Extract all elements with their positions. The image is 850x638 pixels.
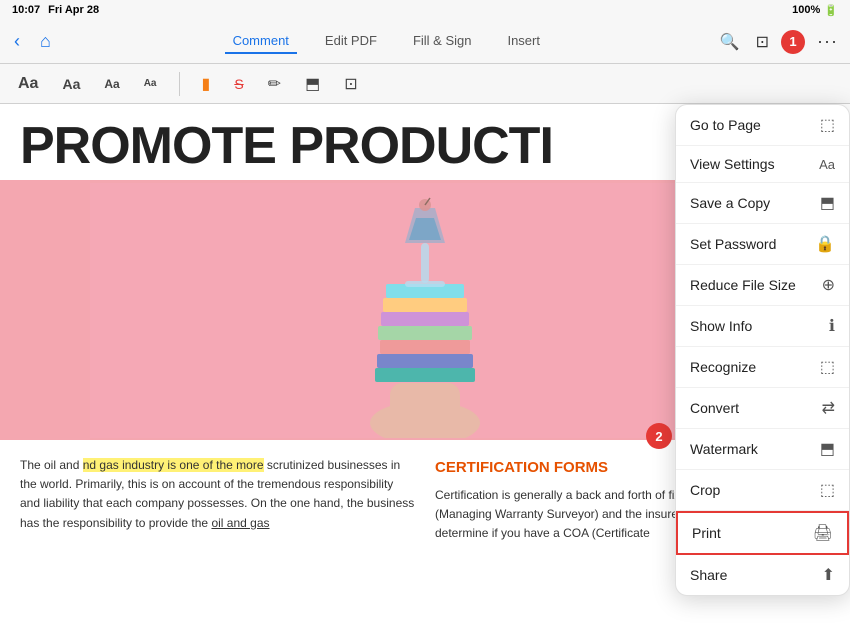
recognize-icon: ⬚: [820, 357, 835, 377]
back-button[interactable]: ‹: [8, 27, 26, 56]
print-icon: 🖨: [813, 523, 833, 543]
menu-print-label: Print: [692, 525, 813, 541]
dots-button[interactable]: ···: [813, 27, 842, 56]
home-button[interactable]: ⌂: [34, 27, 57, 56]
text-large-button[interactable]: Aa: [12, 71, 44, 97]
watermark-icon: ⬒: [820, 439, 835, 459]
menu-item-watermark[interactable]: Watermark ⬒: [676, 429, 849, 470]
reducefilesize-icon: ⊕: [822, 275, 835, 295]
menu-convert-label: Convert: [690, 400, 822, 416]
highlight-tool-button[interactable]: ▮: [196, 70, 217, 98]
main-toolbar: ‹ ⌂ Comment Edit PDF Fill & Sign Insert …: [0, 20, 850, 64]
more-button[interactable]: 1: [781, 30, 805, 54]
menu-recognize-label: Recognize: [690, 359, 820, 375]
menu-item-reducefilesize[interactable]: Reduce File Size ⊕: [676, 265, 849, 306]
annotation-bar: Aa Aa Aa Aa ▮ S ✏ ⬒ ⊡: [0, 64, 850, 104]
menu-item-savecopy[interactable]: Save a Copy ⬒: [676, 183, 849, 224]
nav-buttons: ‹ ⌂: [8, 27, 57, 56]
menu-viewsettings-label: View Settings: [690, 156, 819, 172]
goto-icon: ⬚: [820, 115, 835, 135]
tab-editpdf[interactable]: Edit PDF: [317, 29, 385, 54]
status-time: 10:07: [12, 4, 40, 16]
status-day: Fri Apr 28: [48, 4, 99, 16]
menu-item-recognize[interactable]: Recognize ⬚: [676, 347, 849, 388]
toolbar-actions: 🔍 ⊡ 1 ···: [716, 27, 842, 56]
menu-setpassword-label: Set Password: [690, 236, 815, 252]
menu-savecopy-label: Save a Copy: [690, 195, 820, 211]
tab-comment[interactable]: Comment: [225, 29, 297, 54]
callout-badge-2: 2: [646, 423, 672, 449]
underlined-text: oil and gas: [211, 516, 269, 530]
menu-item-showinfo[interactable]: Show Info ℹ: [676, 306, 849, 347]
pdf-left-column: The oil and nd gas industry is one of th…: [20, 456, 415, 544]
menu-crop-label: Crop: [690, 482, 820, 498]
viewsettings-icon: Aa: [819, 157, 835, 172]
stamp-tool-button[interactable]: ⬒: [299, 70, 326, 98]
search-button[interactable]: 🔍: [716, 28, 744, 56]
text-medium-button[interactable]: Aa: [56, 72, 86, 96]
convert-icon: ⇄: [822, 398, 835, 418]
pdf-illustration: [90, 183, 760, 438]
status-bar: 10:07 Fri Apr 28 100% 🔋: [0, 0, 850, 20]
main-content: PROMOTE PRODUCTI: [0, 104, 850, 638]
menu-item-crop[interactable]: Crop ⬚: [676, 470, 849, 511]
strikethrough-tool-button[interactable]: S: [228, 72, 249, 96]
dropdown-menu: Go to Page ⬚ View Settings Aa Save a Cop…: [675, 104, 850, 596]
share-button[interactable]: ⊡: [752, 28, 773, 56]
menu-item-share[interactable]: Share ⬆: [676, 555, 849, 595]
menu-reducefilesize-label: Reduce File Size: [690, 277, 822, 293]
status-battery: 100%: [792, 4, 820, 16]
toolbar-tabs: Comment Edit PDF Fill & Sign Insert: [61, 29, 712, 54]
menu-item-viewsettings[interactable]: View Settings Aa: [676, 146, 849, 183]
menu-item-print[interactable]: Print 🖨: [676, 511, 849, 555]
savecopy-icon: ⬒: [820, 193, 835, 213]
battery-icon: 🔋: [824, 4, 838, 17]
menu-item-convert[interactable]: Convert ⇄: [676, 388, 849, 429]
pencil-tool-button[interactable]: ✏: [262, 70, 287, 98]
showinfo-icon: ℹ: [829, 316, 835, 336]
menu-showinfo-label: Show Info: [690, 318, 829, 334]
share-icon: ⬆: [822, 565, 835, 585]
highlighted-text: nd gas industry is one of the more: [83, 458, 264, 472]
more-tools-button[interactable]: ⊡: [338, 70, 363, 98]
tab-insert[interactable]: Insert: [499, 29, 548, 54]
setpassword-icon: 🔒: [815, 234, 835, 254]
text-xsmall-button[interactable]: Aa: [138, 74, 163, 93]
text-small-button[interactable]: Aa: [98, 73, 125, 95]
tab-fillsign[interactable]: Fill & Sign: [405, 29, 480, 54]
crop-icon: ⬚: [820, 480, 835, 500]
menu-watermark-label: Watermark: [690, 441, 820, 457]
menu-item-setpassword[interactable]: Set Password 🔒: [676, 224, 849, 265]
menu-item-goto[interactable]: Go to Page ⬚: [676, 105, 849, 146]
menu-goto-label: Go to Page: [690, 117, 820, 133]
menu-share-label: Share: [690, 567, 822, 583]
